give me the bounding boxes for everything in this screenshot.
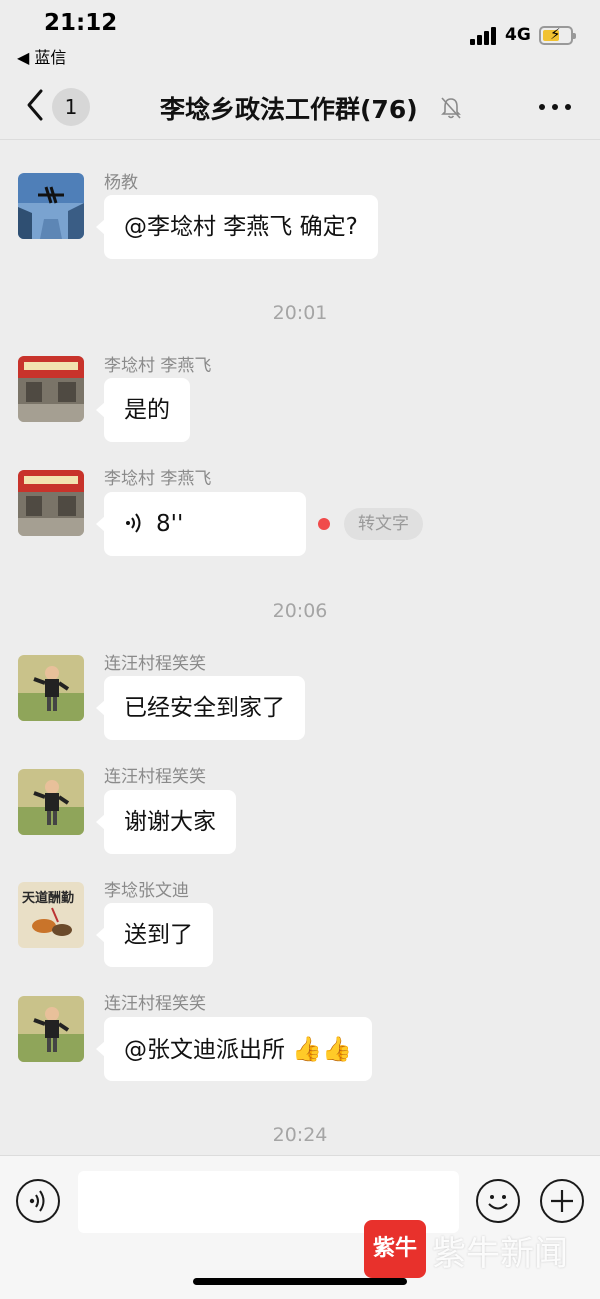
thumbs-up-emoji: 👍👍 <box>292 1035 353 1063</box>
voice-duration: 8'' <box>156 511 184 537</box>
timestamp: 20:24 <box>272 1124 328 1146</box>
watermark: 紫牛 紫牛新闻 <box>364 1218 600 1282</box>
avatar[interactable] <box>18 470 84 536</box>
network-type: 4G <box>505 25 531 45</box>
calligraphy-painting-avatar: 天道酬勤 <box>18 882 84 948</box>
chat-title: 李埝乡政法工作群(76) <box>160 95 418 124</box>
voice-message-bubble[interactable]: 8'' <box>96 492 306 556</box>
child-photo-avatar <box>18 769 84 835</box>
input-bar: 紫牛 紫牛新闻 <box>0 1155 600 1299</box>
sender-name: 李埝张文迪 <box>104 881 189 901</box>
avatar[interactable] <box>18 173 84 239</box>
sender-name: 李埝村 李燕飞 <box>104 469 212 489</box>
message-bubble[interactable]: 是的 <box>96 378 190 442</box>
child-photo-avatar <box>18 996 84 1062</box>
more-dots-icon[interactable] <box>539 102 571 112</box>
mute-bell-icon <box>441 97 461 119</box>
message-text: @张文迪派出所 <box>124 1037 285 1063</box>
home-indicator[interactable] <box>193 1278 407 1285</box>
to-text-button[interactable]: 转文字 <box>344 508 423 540</box>
battery-charging-icon: ⚡ <box>539 25 576 45</box>
emoji-icon[interactable] <box>476 1179 520 1223</box>
message-list[interactable]: 杨教 @李埝村 李燕飞 确定? 20:01 李埝村 李燕飞 是的 李埝村 李燕飞 <box>0 141 600 1155</box>
timestamp: 20:01 <box>272 302 328 324</box>
sender-name: 连汪村程笑笑 <box>104 654 206 674</box>
plus-icon[interactable] <box>540 1179 584 1223</box>
voice-input-icon[interactable] <box>16 1179 60 1223</box>
avatar[interactable] <box>18 356 84 422</box>
voice-wave-icon <box>126 512 141 533</box>
child-photo-avatar <box>18 655 84 721</box>
timestamp: 20:06 <box>272 600 328 622</box>
unread-voice-dot <box>318 518 330 530</box>
storefront-avatar <box>18 470 84 536</box>
message-bubble[interactable]: 送到了 <box>96 903 213 967</box>
avatar[interactable] <box>18 769 84 835</box>
sender-name: 连汪村程笑笑 <box>104 994 206 1014</box>
watermark-logo: 紫牛 <box>364 1220 426 1278</box>
cellular-signal-icon <box>470 27 498 45</box>
status-bar: 21:12 ◀ 蓝信 4G ⚡ <box>0 0 600 74</box>
message-bubble[interactable]: @李埝村 李燕飞 确定? <box>96 195 378 259</box>
status-time: 21:12 <box>44 10 118 36</box>
sender-name: 李埝村 李燕飞 <box>104 356 212 376</box>
storefront-avatar <box>18 356 84 422</box>
chevron-left-icon[interactable] <box>24 86 50 124</box>
sender-name: 连汪村程笑笑 <box>104 767 206 787</box>
message-bubble[interactable]: @张文迪派出所 👍👍 <box>95 1017 373 1081</box>
sender-name: 杨教 <box>104 173 138 193</box>
message-bubble[interactable]: 谢谢大家 <box>96 790 236 854</box>
avatar[interactable]: 天道酬勤 <box>18 882 84 948</box>
message-bubble[interactable]: 已经安全到家了 <box>96 676 305 740</box>
chat-header: 1 李埝乡政法工作群(76) <box>0 74 600 140</box>
watermark-text: 紫牛新闻 <box>432 1234 568 1274</box>
avatar[interactable] <box>18 996 84 1062</box>
airplane-skyscraper-avatar <box>18 173 84 239</box>
back-to-app-link[interactable]: ◀ 蓝信 <box>17 44 66 68</box>
unread-count-badge[interactable]: 1 <box>52 88 90 126</box>
svg-text:天道酬勤: 天道酬勤 <box>22 890 74 906</box>
avatar[interactable] <box>18 655 84 721</box>
